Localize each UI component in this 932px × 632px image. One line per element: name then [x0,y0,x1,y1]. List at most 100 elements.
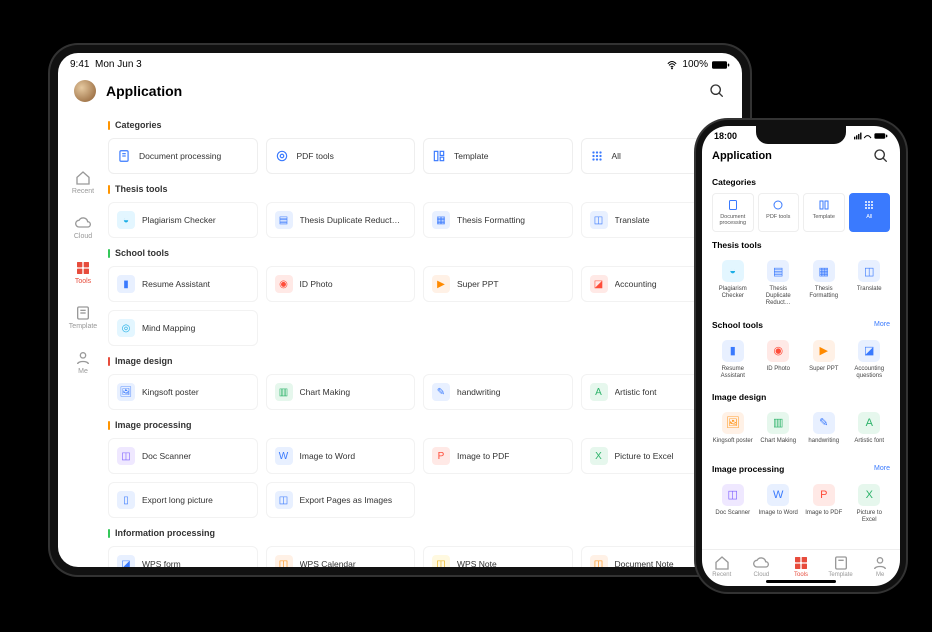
tool-image-to-pdf[interactable]: PImage to PDF [423,438,573,474]
school-more[interactable]: More [874,321,890,328]
tool-translate[interactable]: ◫Translate [849,256,891,312]
tool-kingsoft-poster[interactable]: 🖼Kingsoft poster [108,374,258,410]
tool-handwriting[interactable]: ✎handwriting [423,374,573,410]
tool-label: Picture to Excel [615,451,674,461]
sidebar-tools[interactable]: Tools [75,260,91,285]
tool-label: Image to Word [759,510,798,524]
tool-picture-to-excel[interactable]: XPicture to Excel [849,480,891,528]
tab-recent[interactable]: Recent [702,555,742,578]
info-processing-title: Information processing [108,528,730,538]
tool-super-ppt[interactable]: ▶Super PPT [803,336,845,384]
sidebar-recent[interactable]: Recent [72,170,94,195]
tool-wps-calendar[interactable]: ◫WPS Calendar [266,546,416,567]
category-label: All [612,151,621,161]
tool-image-to-pdf[interactable]: PImage to PDF [803,480,845,528]
ppt-icon: ▶ [813,340,835,362]
image-design-title: Image design [108,356,730,366]
tool-label: Thesis Formatting [457,215,525,225]
tool-plagiarism-checker[interactable]: ◒Plagiarism Checker [712,256,754,312]
search-button[interactable] [872,147,890,165]
category-label: PDF tools [297,151,334,161]
tool-handwriting[interactable]: ✎handwriting [803,408,845,456]
category-document-processing[interactable]: Document processing [108,138,258,174]
search-icon [873,148,889,164]
battery-icon [712,60,730,70]
category-template[interactable]: Template [423,138,573,174]
tool-mind-mapping[interactable]: ◎Mind Mapping [108,310,258,346]
tool-resume-assistant[interactable]: ▮Resume Assistant [108,266,258,302]
tool-export-long-picture[interactable]: ▯Export long picture [108,482,258,518]
tool-accounting-questions[interactable]: ◪Accounting questions [849,336,891,384]
category-template[interactable]: Template [803,193,845,232]
main-content: Categories Document processing PDF tools… [108,110,742,567]
tablet-body: Recent Cloud Tools Template Me Categorie… [58,110,742,567]
tool-chart-making[interactable]: ▥Chart Making [758,408,800,456]
tool-label: ID Photo [767,366,790,380]
tool-chart-making[interactable]: ▥Chart Making [266,374,416,410]
tab-label: Tools [794,572,808,578]
tool-label: Thesis Duplicate Reduct… [300,215,401,225]
category-pdf-tools[interactable]: PDF tools [266,138,416,174]
tab-template[interactable]: Template [821,555,861,578]
document-icon [727,199,739,211]
tool-id-photo[interactable]: ◉ID Photo [266,266,416,302]
category-all[interactable]: All [849,193,891,232]
battery-label: 100% [682,59,708,70]
image-processing-grid: ◫Doc Scanner WImage to Word PImage to PD… [108,438,730,518]
tool-label: Resume Assistant [142,279,210,289]
tool-super-ppt[interactable]: ▶Super PPT [423,266,573,302]
tool-thesis-formatting[interactable]: ▦Thesis Formatting [803,256,845,312]
scanner-icon: ◫ [722,484,744,506]
brush-icon: ✎ [432,383,450,401]
tool-label: Accounting [615,279,657,289]
document-icon [117,149,131,163]
tool-resume-assistant[interactable]: ▮Resume Assistant [712,336,754,384]
imgproc-more[interactable]: More [874,465,890,472]
tool-kingsoft-poster[interactable]: 🖼Kingsoft poster [712,408,754,456]
tool-id-photo[interactable]: ◉ ID Photo [758,336,800,384]
tool-label: Doc Scanner [142,451,191,461]
category-label: Document processing [715,214,751,226]
tool-label: Picture to Excel [849,510,891,524]
category-pdf-tools[interactable]: PDF tools [758,193,800,232]
tool-artistic-font[interactable]: AArtistic font [849,408,891,456]
status-left: 9:41 Mon Jun 3 [70,59,142,70]
tool-thesis-duplicate[interactable]: ▤Thesis Duplicate Reduct… [266,202,416,238]
tool-image-to-word[interactable]: WImage to Word [758,480,800,528]
tool-thesis-duplicate[interactable]: ▤Thesis Duplicate Reduct… [758,256,800,312]
tool-doc-scanner[interactable]: ◫Doc Scanner [712,480,754,528]
pdf-icon: P [813,484,835,506]
tool-doc-scanner[interactable]: ◫Doc Scanner [108,438,258,474]
tab-cloud[interactable]: Cloud [742,555,782,578]
tool-label: Document Note [615,559,674,567]
avatar[interactable] [74,80,96,102]
tool-plagiarism-checker[interactable]: ◒Plagiarism Checker [108,202,258,238]
sidebar-cloud[interactable]: Cloud [74,215,92,240]
image-design-grid: 🖼Kingsoft poster ▥Chart Making ✎handwrit… [108,374,730,410]
tool-label: Image to Word [300,451,356,461]
tab-tools[interactable]: Tools [781,555,821,578]
search-icon [709,83,725,99]
idphoto-icon: ◉ [767,340,789,362]
category-document-processing[interactable]: Document processing [712,193,754,232]
tool-export-pages-images[interactable]: ◫Export Pages as Images [266,482,416,518]
tool-wps-note[interactable]: ◫WPS Note [423,546,573,567]
sidebar-item-label: Cloud [74,233,92,240]
status-time: 9:41 [70,59,89,70]
grid-icon [590,149,604,163]
tool-wps-form[interactable]: ◪WPS form [108,546,258,567]
search-button[interactable] [708,82,726,100]
check-icon: ◒ [117,211,135,229]
category-label: Template [454,151,489,161]
font-icon: A [590,383,608,401]
sidebar-template[interactable]: Template [69,305,97,330]
page-title: Application [712,150,872,162]
sidebar-me[interactable]: Me [75,350,91,375]
translate-icon: ◫ [590,211,608,229]
home-icon [75,170,91,186]
tool-image-to-word[interactable]: WImage to Word [266,438,416,474]
sidebar: Recent Cloud Tools Template Me [58,110,108,567]
tab-me[interactable]: Me [860,555,900,578]
tool-thesis-formatting[interactable]: ▦Thesis Formatting [423,202,573,238]
chart-icon: ▥ [767,412,789,434]
